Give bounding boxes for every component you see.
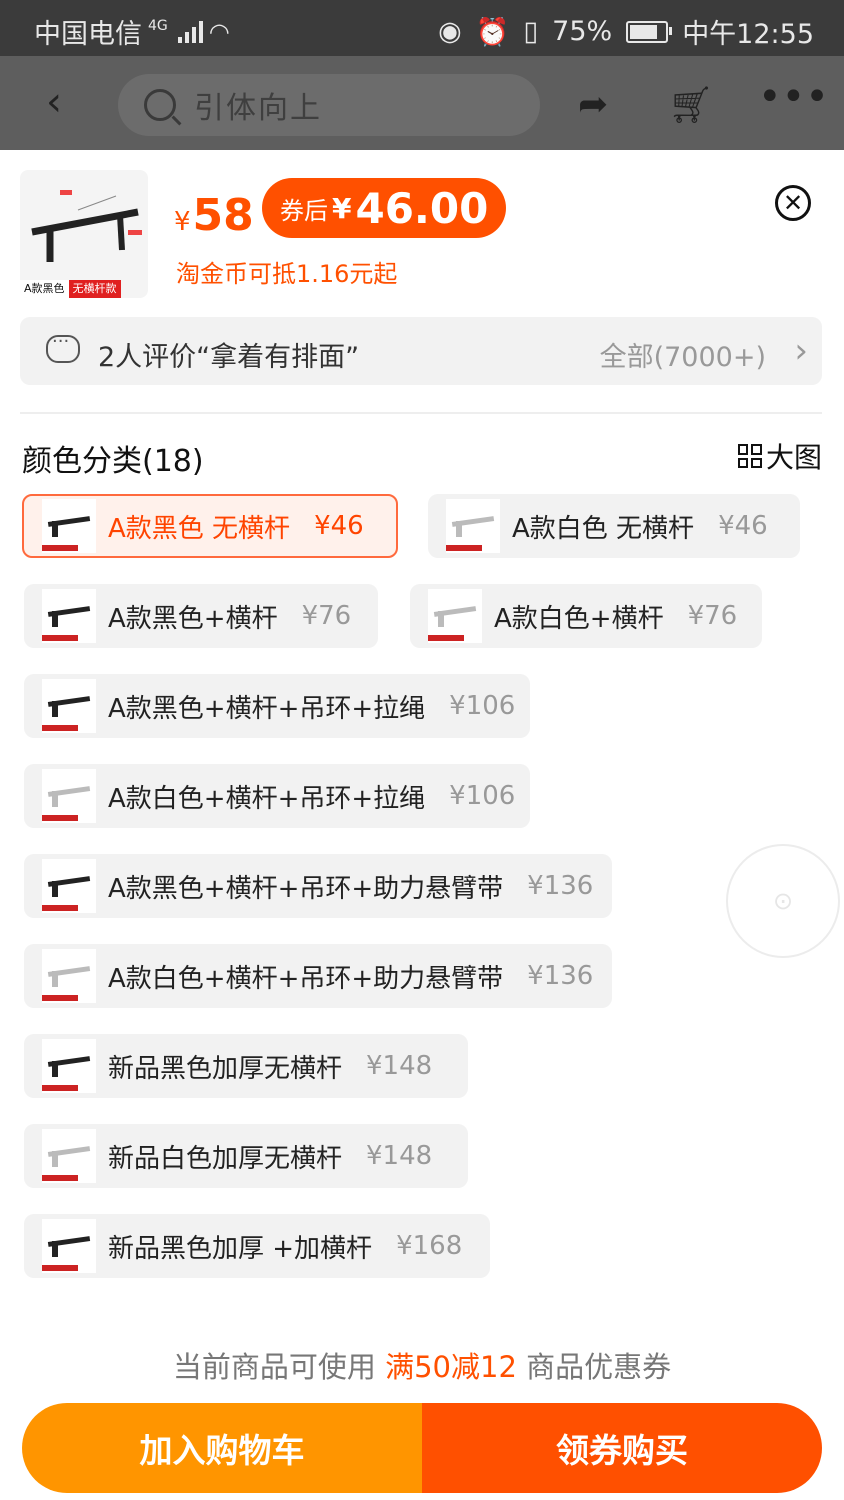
option-price: ¥106 [449,781,516,811]
option-name: A款黑色 无横杆 [108,513,291,544]
sku-option[interactable]: A款黑色+横杆+吊环+拉绳 ¥106 [24,674,530,738]
eye-icon: ◉ [438,16,462,47]
option-name: A款白色+横杆+吊环+拉绳 [108,783,426,814]
option-thumbnail [42,1219,96,1273]
signal-icon [177,20,203,43]
option-thumbnail [42,949,96,1003]
grid-icon [737,444,762,468]
option-price: ¥168 [396,1231,463,1261]
sku-option[interactable]: 新品白色加厚无横杆 ¥148 [24,1124,468,1188]
close-icon[interactable]: ✕ [775,185,811,221]
thumbnail-tag: A款黑色 无横杆款 [20,280,121,298]
network-label: 4G [148,17,168,34]
watermark: ⊙ [726,844,840,958]
coins-note: 淘金币可抵1.16元起 [176,260,398,288]
option-price: ¥148 [366,1141,433,1171]
option-name: 新品黑色加厚无横杆 [108,1053,343,1084]
sku-option[interactable]: A款白色+横杆 ¥76 [410,584,762,648]
coupon-label: 券后 [280,196,328,225]
price-value: 58 [192,190,254,241]
vibrate-icon: ▯ [523,16,539,47]
battery-icon [626,20,673,43]
status-bar: 中国电信 4G ◠ ◉ ⏰ ▯ 75% 中午12:55 [0,0,844,56]
option-price: ¥76 [301,601,352,631]
more-icon[interactable]: ••• [758,74,829,120]
share-icon[interactable]: ➦ [578,84,608,125]
coupon-note-suffix: 商品优惠券 [526,1350,672,1384]
option-thumbnail [42,679,96,733]
back-icon[interactable]: ‹ [46,82,86,122]
currency-symbol: ¥ [174,207,191,237]
coupon-note-prefix: 当前商品可使用 [172,1350,376,1384]
section-title: 颜色分类(18) [22,444,204,479]
option-price: ¥46 [718,511,768,541]
sku-option[interactable]: A款黑色+横杆 ¥76 [24,584,378,648]
coupon-note: 当前商品可使用 满50减12 商品优惠券 [0,1344,844,1386]
divider [20,412,822,414]
option-price: ¥106 [449,691,516,721]
option-name: 新品白色加厚无横杆 [108,1143,343,1174]
coupon-price-badge: 券后 ¥ 46.00 [262,178,507,238]
thumbnail-tag-label-2: 无横杆款 [68,280,121,298]
buy-with-coupon-button[interactable]: 领券购买 [422,1403,822,1493]
thumbnail-tag-label: A款黑色 [20,280,69,298]
option-name: A款白色 无横杆 [512,513,695,544]
option-name: A款白色+横杆+吊环+助力悬臂带 [108,963,504,994]
page-header: ‹ 引体向上 ➦ 🛒︎ ••• [0,56,844,150]
sku-sheet: A款黑色 无横杆款 ¥58 券后 ¥ 46.00 淘金币可抵1.16元起 ✕ 2… [0,150,844,1500]
alarm-icon: ⏰ [475,16,510,48]
option-name: 新品黑色加厚 +加横杆 [108,1233,373,1264]
option-price: ¥46 [314,511,364,541]
action-buttons: 加入购物车 领券购买 [22,1403,822,1493]
option-name: A款白色+横杆 [494,603,664,634]
wifi-icon: ◠ [208,17,230,46]
battery-percent: 75% [552,16,613,47]
carrier-label: 中国电信 [34,19,142,50]
option-price: ¥136 [527,871,594,901]
pullup-bar-image [31,190,142,262]
option-price: ¥76 [687,601,738,631]
coupon-currency: ¥ [332,191,352,225]
big-picture-label: 大图 [765,441,822,474]
option-price: ¥148 [366,1051,433,1081]
coupon-note-highlight: 满50减12 [385,1350,517,1384]
review-text: 2人评价“拿着有排面” [98,342,360,373]
sku-option[interactable]: A款白色+横杆+吊环+助力悬臂带 ¥136 [24,944,612,1008]
option-name: A款黑色+横杆 [108,603,278,634]
option-thumbnail [428,589,482,643]
product-thumbnail[interactable]: A款黑色 无横杆款 [20,170,148,298]
coupon-price-value: 46.00 [355,183,489,233]
sku-option[interactable]: A款白色 无横杆 ¥46 [428,494,800,558]
sku-option[interactable]: A款黑色 无横杆 ¥46 [22,494,398,558]
option-thumbnail [42,859,96,913]
sku-option[interactable]: A款黑色+横杆+吊环+助力悬臂带 ¥136 [24,854,612,918]
option-thumbnail [42,1039,96,1093]
option-thumbnail [42,1129,96,1183]
big-picture-toggle[interactable]: 大图 [737,436,822,476]
option-price: ¥136 [527,961,594,991]
sku-option[interactable]: 新品黑色加厚 +加横杆 ¥168 [24,1214,490,1278]
option-list: A款黑色 无横杆 ¥46 A款白色 无横杆 ¥46 A款黑色+横杆 ¥76 A款白色+横杆 ¥… [0,494,844,1326]
sku-option[interactable]: 新品黑色加厚无横杆 ¥148 [24,1034,468,1098]
chevron-right-icon: › [794,331,808,371]
option-name: A款黑色+横杆+吊环+拉绳 [108,693,426,724]
option-thumbnail [42,589,96,643]
search-icon [144,89,176,121]
review-all: 全部(7000+) [599,342,766,373]
option-thumbnail [42,499,96,553]
search-input[interactable]: 引体向上 [118,74,540,136]
price: ¥58 [174,190,254,241]
clock: 中午12:55 [682,19,814,50]
review-bar[interactable]: 2人评价“拿着有排面” 全部(7000+) › [20,317,822,385]
comment-icon [46,331,80,363]
search-text: 引体向上 [194,91,322,126]
option-thumbnail [42,769,96,823]
option-thumbnail [446,499,500,553]
sku-option[interactable]: A款白色+横杆+吊环+拉绳 ¥106 [24,764,530,828]
option-name: A款黑色+横杆+吊环+助力悬臂带 [108,873,504,904]
add-to-cart-button[interactable]: 加入购物车 [22,1403,422,1493]
cart-icon[interactable]: 🛒︎ [668,84,714,126]
